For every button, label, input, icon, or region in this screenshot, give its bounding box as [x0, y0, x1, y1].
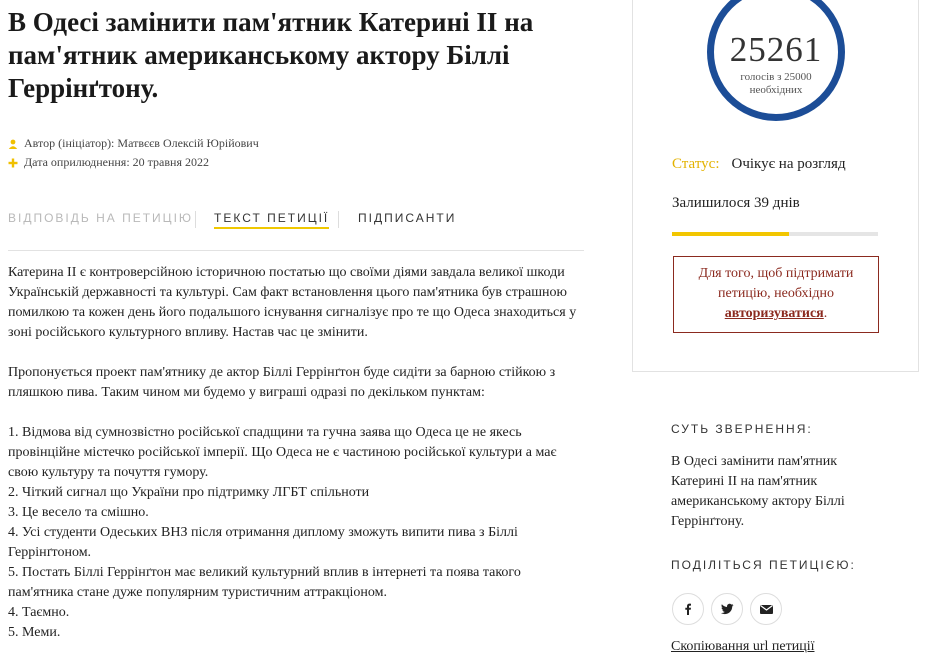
auth-notice: Для того, щоб підтримати петицію, необхі…	[673, 256, 879, 333]
status-line: Статус: Очікує на розгляд	[672, 156, 846, 173]
tab-divider	[195, 211, 196, 228]
essence-text: В Одесі замінити пам'ятник Катерині II н…	[671, 454, 845, 529]
days-left: Залишилося 39 днів	[672, 195, 800, 211]
tab-petition-text[interactable]: Текст петиції	[214, 211, 330, 229]
auth-suffix: .	[823, 306, 828, 321]
auth-link[interactable]: авторизуватися	[725, 306, 824, 321]
plus-icon	[8, 158, 18, 167]
share-twitter-button[interactable]	[711, 593, 743, 625]
petition-title: В Одесі замінити пам'ятник Катерині II н…	[8, 7, 534, 103]
copy-url-link[interactable]: Скопіювання url петиції	[671, 639, 814, 655]
share-email-button[interactable]	[750, 593, 782, 625]
petition-tabs: Відповідь на петицію Текст петиції Підпи…	[8, 211, 584, 251]
share-facebook-button[interactable]	[672, 593, 704, 625]
user-icon	[8, 139, 18, 149]
auth-prefix: Для того, щоб підтримати петицію, необхі…	[698, 266, 854, 301]
facebook-icon	[685, 603, 691, 615]
vote-goal: голосів з 25000 необхідних	[740, 71, 812, 96]
date-line: Дата оприлюднення: 20 травня 2022	[8, 155, 209, 170]
author-line: Автор (ініціатор): Матвєєв Олексій Юрійо…	[8, 136, 259, 151]
petition-body: Катерина II є контроверсійною історичною…	[8, 265, 577, 640]
tab-answer[interactable]: Відповідь на петицію	[8, 211, 193, 225]
status-label: Статус:	[672, 156, 720, 172]
progress-fill	[672, 232, 790, 236]
twitter-icon	[720, 603, 733, 615]
vote-count: 25261	[729, 30, 823, 69]
author-text: Автор (ініціатор): Матвєєв Олексій Юрійо…	[24, 136, 259, 150]
status-value: Очікує на розгляд	[731, 156, 846, 172]
essence-heading: Суть звернення:	[671, 422, 813, 436]
progress-bar	[672, 232, 878, 236]
email-icon	[759, 605, 773, 614]
date-text: Дата оприлюднення: 20 травня 2022	[24, 155, 209, 169]
tab-divider	[338, 211, 339, 228]
share-heading: Поділіться петицією:	[671, 558, 856, 572]
tab-signers[interactable]: Підписанти	[358, 211, 456, 225]
